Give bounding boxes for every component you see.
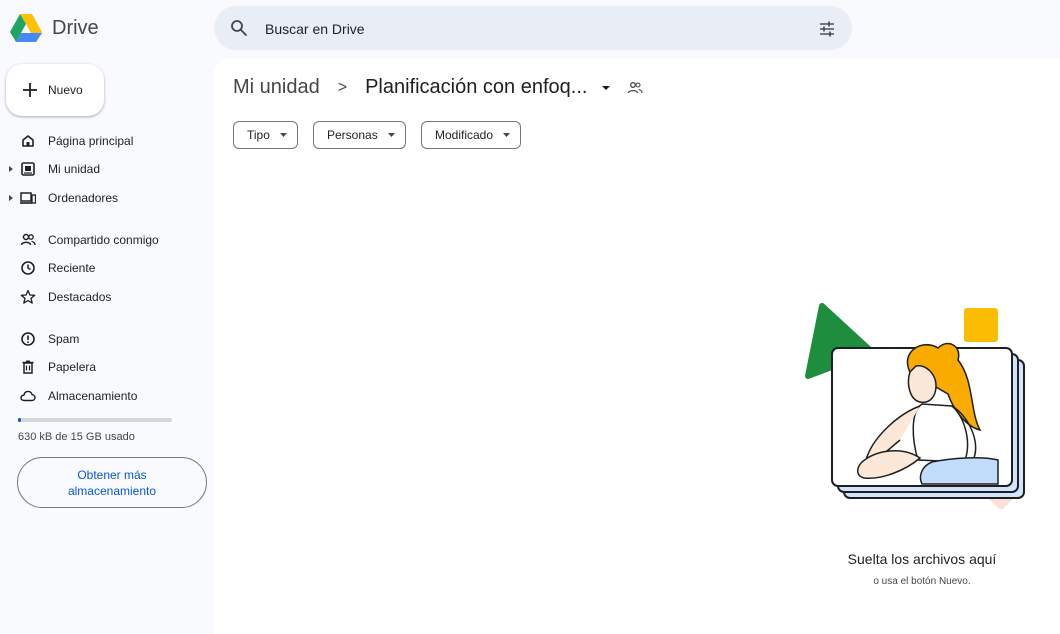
top-bar: Drive Buscar en Drive <box>0 0 1060 58</box>
storage-usage-text: 630 kB de 15 GB usado <box>18 431 135 443</box>
plus-icon <box>23 83 37 97</box>
chevron-down-icon <box>503 133 511 137</box>
new-button-label: Nuevo <box>48 83 83 97</box>
breadcrumb-current-folder[interactable]: Planificación con enfoq... <box>365 76 587 99</box>
empty-state-title: Suelta los archivos aquí <box>847 551 997 567</box>
sidebar-item-computers[interactable]: Ordenadores <box>0 185 214 211</box>
main-panel: Mi unidad > Planificación con enfoq... T… <box>214 58 1060 634</box>
sidebar-item-label: Papelera <box>48 360 97 374</box>
search-input[interactable]: Buscar en Drive <box>265 21 365 37</box>
breadcrumb-root[interactable]: Mi unidad <box>233 76 320 99</box>
chevron-down-icon <box>279 133 287 137</box>
sidebar-item-label: Reciente <box>48 261 96 275</box>
filter-type-chip[interactable]: Tipo <box>233 121 298 149</box>
storage-progress-bar <box>18 418 172 422</box>
sidebar-item-label: Ordenadores <box>48 191 119 205</box>
sidebar: Nuevo Página principal Mi unidad Ordenad… <box>0 58 214 634</box>
trash-icon <box>22 360 34 374</box>
sidebar-item-label: Spam <box>48 332 80 346</box>
app-name: Drive <box>52 16 99 39</box>
drive-logo[interactable]: Drive <box>10 14 99 42</box>
star-icon <box>20 289 36 304</box>
sidebar-item-starred[interactable]: Destacados <box>0 284 214 310</box>
shared-icon <box>20 233 36 246</box>
drive-logo-icon <box>10 14 42 42</box>
get-more-storage-label-line1: Obtener más <box>77 467 147 482</box>
filter-modified-chip[interactable]: Modificado <box>421 121 522 149</box>
folder-menu-caret-icon[interactable] <box>601 85 611 91</box>
sidebar-item-recent[interactable]: Reciente <box>0 255 214 281</box>
filter-type-label: Tipo <box>247 128 270 142</box>
get-more-storage-button[interactable]: Obtener más almacenamiento <box>17 457 207 508</box>
storage-progress-fill <box>18 418 22 422</box>
get-more-storage-label-line2: almacenamiento <box>67 483 157 498</box>
my-drive-icon <box>21 162 35 176</box>
search-options-icon[interactable] <box>818 20 836 38</box>
sidebar-item-home[interactable]: Página principal <box>0 128 214 154</box>
sidebar-item-label: Compartido conmigo <box>48 233 159 247</box>
sidebar-item-label: Página principal <box>48 134 134 148</box>
breadcrumb: Mi unidad > Planificación con enfoq... <box>233 76 643 99</box>
cloud-icon <box>20 390 36 402</box>
computers-icon <box>20 192 36 204</box>
filter-people-chip[interactable]: Personas <box>313 121 406 149</box>
search-bar[interactable]: Buscar en Drive <box>214 6 852 50</box>
home-icon <box>22 135 34 147</box>
shared-folder-icon <box>628 81 643 93</box>
filter-modified-label: Modificado <box>435 128 494 142</box>
sidebar-item-label: Almacenamiento <box>48 389 138 403</box>
clock-icon <box>21 261 35 275</box>
breadcrumb-separator: > <box>337 78 348 96</box>
empty-state-subtitle: o usa el botón Nuevo. <box>873 576 971 587</box>
search-icon[interactable] <box>230 19 248 37</box>
expand-arrow-icon[interactable] <box>8 194 14 202</box>
sidebar-item-spam[interactable]: Spam <box>0 326 214 352</box>
spam-icon <box>21 332 35 346</box>
chevron-down-icon <box>387 133 395 137</box>
filter-people-label: Personas <box>327 128 378 142</box>
sidebar-item-trash[interactable]: Papelera <box>0 354 214 380</box>
new-button[interactable]: Nuevo <box>6 64 104 116</box>
sidebar-item-storage[interactable]: Almacenamiento <box>0 383 214 409</box>
sidebar-item-label: Destacados <box>48 290 112 304</box>
drop-files-illustration <box>805 303 1025 510</box>
sidebar-item-label: Mi unidad <box>48 162 101 176</box>
expand-arrow-icon[interactable] <box>8 165 14 173</box>
sidebar-item-shared[interactable]: Compartido conmigo <box>0 227 214 253</box>
sidebar-item-my-drive[interactable]: Mi unidad <box>0 156 214 182</box>
